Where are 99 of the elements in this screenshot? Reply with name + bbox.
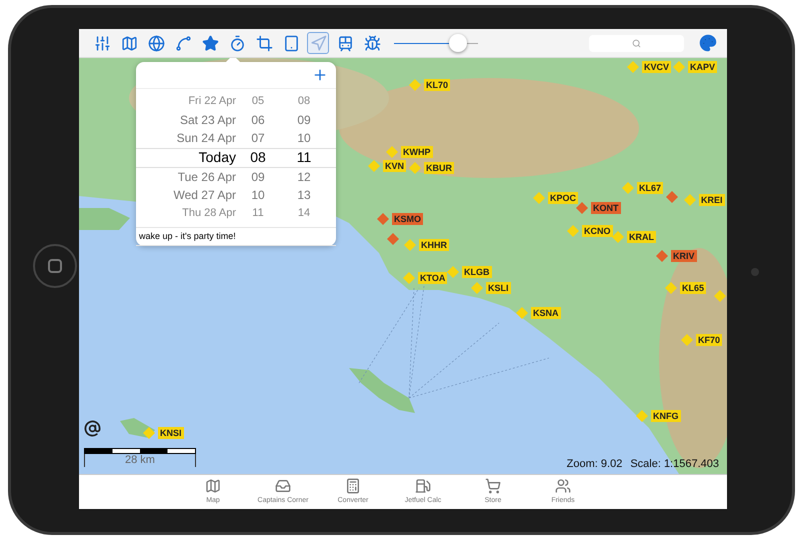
search-field[interactable]	[589, 34, 684, 52]
search-icon	[632, 38, 641, 48]
location-arrow-icon	[310, 34, 326, 52]
tablet-icon	[282, 34, 300, 52]
line-chart-icon	[174, 34, 192, 52]
airport-marker[interactable]	[612, 231, 624, 243]
picker-minute: 09	[296, 112, 312, 129]
airport-label: KL70	[424, 79, 450, 91]
zoom-level-text: Zoom: 9.02	[566, 457, 622, 472]
tray-icon	[275, 478, 291, 494]
picker-hour: 06	[250, 112, 266, 129]
crop-icon	[256, 34, 272, 52]
picker-day: Fri 22 Apr	[136, 93, 236, 110]
picker-day: Sat 23 Apr	[136, 111, 236, 129]
airport-label: KNSI	[158, 427, 184, 439]
zoom-slider[interactable]	[394, 34, 478, 52]
plus-icon	[312, 66, 328, 83]
airport-label: KBUR	[424, 162, 454, 174]
airport-label: KONT	[591, 202, 620, 214]
picker-day: Today	[136, 147, 236, 168]
date-time-picker[interactable]: Fri 22 Apr 05 08 Sat 23 Apr 06 09 Sun 24 Apr 07 10 Today 08 11 Tue 26 Apr 09 12 Wed 27 Apr 10 13 Thu 28 Apr 11 14	[136, 88, 336, 226]
airport-label: KLGB	[462, 266, 492, 278]
picker-hour: 09	[250, 168, 266, 186]
picker-hour: 05	[250, 94, 266, 110]
airport-label: KSLI	[486, 282, 511, 294]
at-sign-icon[interactable]	[84, 420, 101, 437]
fuel-pump-icon	[415, 478, 431, 494]
picker-minute: 10	[296, 130, 312, 148]
globe-icon	[148, 34, 164, 52]
picker-hour: 08	[249, 148, 267, 167]
airport-label: KPOC	[548, 192, 578, 204]
airport-marker[interactable]	[567, 225, 579, 237]
picker-day: Thu 28 Apr	[136, 205, 236, 222]
airport-marker[interactable]	[403, 272, 415, 284]
stopwatch-icon	[228, 34, 246, 52]
airport-label: KRIV	[671, 250, 697, 262]
airport-marker[interactable]	[409, 79, 421, 91]
airport-marker[interactable]	[576, 202, 588, 214]
airport-marker[interactable]	[386, 146, 398, 158]
toolbar-button[interactable]	[307, 32, 329, 54]
star-icon	[202, 34, 218, 52]
airport-marker[interactable]	[681, 334, 693, 346]
airport-marker[interactable]	[673, 61, 685, 73]
airport-marker[interactable]	[377, 213, 389, 225]
picker-day: Sun 24 Apr	[136, 129, 236, 148]
airport-label: KRAL	[627, 231, 656, 243]
airport-marker[interactable]	[404, 239, 416, 251]
airport-label: KWHP	[401, 146, 432, 158]
airport-marker[interactable]	[533, 192, 545, 204]
home-button[interactable]	[33, 244, 77, 288]
picker-hour: 11	[251, 206, 265, 222]
airport-marker[interactable]	[665, 282, 677, 294]
airport-marker[interactable]	[684, 194, 696, 206]
airport-label: KHHR	[419, 239, 449, 251]
scale-label: 28 km	[84, 454, 196, 467]
bug-icon	[364, 34, 380, 52]
add-button[interactable]	[312, 66, 328, 83]
picker-hour: 10	[250, 186, 266, 204]
people-icon	[555, 478, 571, 494]
map-icon	[120, 34, 138, 52]
airport-marker[interactable]	[714, 290, 726, 302]
airport-label: KNFG	[651, 410, 680, 422]
sliders-icon	[94, 34, 110, 52]
airport-marker[interactable]	[666, 191, 678, 203]
airport-label: KSNA	[531, 307, 561, 319]
tram-icon	[336, 34, 354, 52]
airport-marker[interactable]	[387, 233, 399, 245]
note-field[interactable]: wake up - it's party time!	[136, 226, 336, 246]
palette-icon[interactable]	[699, 34, 717, 52]
airport-marker[interactable]	[368, 160, 380, 172]
airport-marker[interactable]	[471, 282, 483, 294]
airport-marker[interactable]	[627, 61, 639, 73]
cart-icon	[485, 478, 501, 494]
airport-label: KL67	[637, 182, 664, 194]
airport-marker[interactable]	[447, 266, 459, 278]
airport-label: KREI	[699, 194, 725, 206]
picker-minute: 13	[296, 186, 312, 204]
airport-marker[interactable]	[636, 410, 648, 422]
camera	[751, 268, 759, 276]
picker-minute: 14	[296, 206, 312, 222]
picker-minute: 12	[296, 168, 312, 186]
scale-text: Scale: 1:1567.403	[630, 457, 719, 472]
picker-minute: 11	[296, 148, 312, 167]
picker-day: Tue 26 Apr	[136, 168, 236, 186]
airport-marker[interactable]	[143, 427, 155, 439]
airport-marker[interactable]	[656, 250, 668, 262]
airport-label: KF70	[696, 334, 722, 346]
picker-minute: 08	[296, 94, 312, 110]
airport-marker[interactable]	[516, 307, 528, 319]
picker-hour: 07	[250, 130, 266, 148]
airport-label: KVN	[383, 160, 406, 172]
calculator-icon	[345, 478, 361, 494]
airport-label: KSMO	[392, 213, 423, 225]
airport-label: KL65	[680, 282, 706, 294]
airport-marker[interactable]	[622, 182, 634, 194]
airport-label: KAPV	[688, 61, 718, 73]
map-icon	[205, 478, 221, 494]
airport-marker[interactable]	[409, 162, 421, 174]
picker-day: Wed 27 Apr	[136, 186, 236, 204]
